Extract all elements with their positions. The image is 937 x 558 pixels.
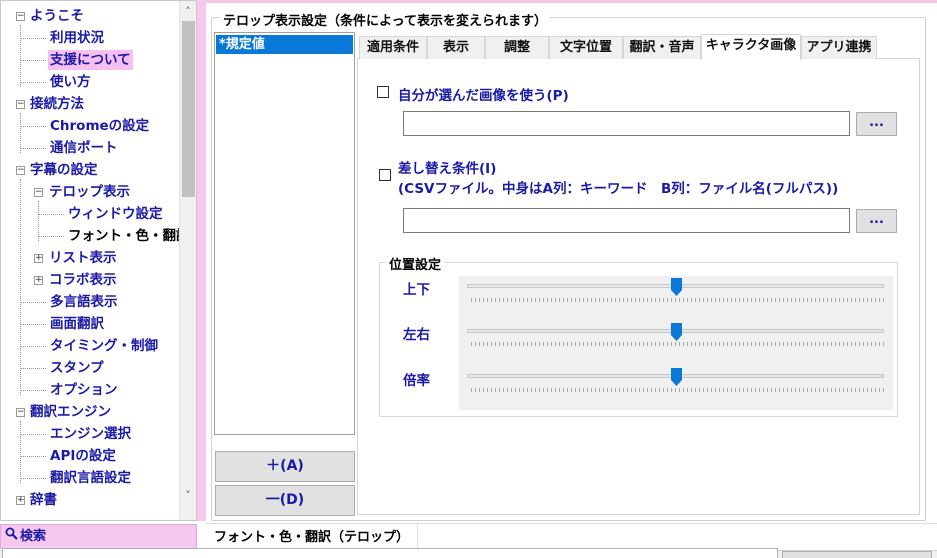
tab-display[interactable]: 表示 (427, 36, 485, 59)
tree-guide-line (20, 434, 46, 435)
tree-item-support[interactable]: 支援について (48, 50, 133, 70)
bottom-button[interactable] (782, 551, 932, 558)
scrollbar-thumb[interactable] (182, 21, 195, 197)
horizontal-slider-label: 左右 (403, 327, 430, 343)
tab-character-image[interactable]: キャラクタ画像 (701, 34, 801, 60)
tree-guide-line (20, 82, 46, 83)
tree-item-options[interactable]: オプション (48, 380, 120, 400)
tree-item-api-settings[interactable]: APIの設定 (48, 446, 118, 466)
tree-item-comm-port[interactable]: 通信ポート (48, 138, 120, 158)
tree-guide-line (20, 25, 21, 87)
use-own-image-checkbox[interactable] (377, 86, 389, 98)
tree-guide-line (20, 113, 21, 153)
vertical-slider-label: 上下 (403, 282, 430, 298)
scale-slider-thumb[interactable] (670, 368, 682, 386)
browse-csv-button[interactable]: ... (856, 209, 897, 233)
tree-item-multilingual[interactable]: 多言語表示 (48, 292, 120, 312)
image-path-field[interactable] (403, 111, 850, 136)
app-window: { "tree": { "items": [ {"label": "ようこそ"}… (0, 0, 937, 558)
tree-item-engine-select[interactable]: エンジン選択 (48, 424, 133, 444)
slider-ticks (471, 388, 884, 392)
tab-translation-voice[interactable]: 翻訳・音声 (623, 36, 701, 59)
tab-app-integration[interactable]: アプリ連携 (801, 36, 877, 59)
tree-guide-line (20, 148, 46, 149)
preset-list[interactable]: *規定値 (214, 32, 355, 435)
tree-item-list-display[interactable]: リスト表示 (47, 248, 119, 268)
replace-condition-checkbox[interactable] (379, 169, 391, 181)
collapse-icon[interactable]: − (16, 166, 25, 175)
add-preset-button[interactable]: ＋(A) (215, 451, 355, 482)
tree-scrollbar[interactable]: ˄ ˅ (179, 1, 196, 520)
tree-item-chrome-settings[interactable]: Chromeの設定 (48, 116, 151, 136)
tree-guide-line (20, 421, 21, 483)
slider-ticks (471, 342, 884, 346)
tree-item-connection[interactable]: 接続方法 (28, 94, 86, 114)
tab-text-position[interactable]: 文字位置 (549, 36, 623, 59)
tree-item-screen-translation[interactable]: 画面翻訳 (48, 314, 106, 334)
tree-item-translation-engine[interactable]: 翻訳エンジン (28, 402, 113, 422)
magnifier-icon (5, 525, 18, 548)
tree-item-telop-display[interactable]: テロップ表示 (47, 182, 132, 202)
expand-icon[interactable]: + (34, 254, 43, 263)
tree-item-welcome[interactable]: ようこそ (28, 6, 86, 26)
tree-item-window-settings[interactable]: ウィンドウ設定 (66, 204, 165, 224)
tree-item-how-to-use[interactable]: 使い方 (48, 72, 93, 92)
tab-apply-conditions[interactable]: 適用条件 (359, 36, 427, 59)
scroll-up-icon[interactable]: ˄ (180, 3, 196, 20)
tree-guide-line (20, 38, 46, 39)
tree-guide-line (20, 368, 46, 369)
tree-guide-line (38, 201, 39, 241)
tree-guide-line (20, 478, 46, 479)
tree-item-collab-display[interactable]: コラボ表示 (47, 270, 119, 290)
tree-guide-line (38, 214, 64, 215)
expand-icon[interactable]: + (34, 276, 43, 285)
tree-item-subtitle-settings[interactable]: 字幕の設定 (28, 160, 100, 180)
collapse-icon[interactable]: − (34, 188, 43, 197)
bottom-text-field[interactable] (2, 548, 778, 558)
use-own-image-label: 自分が選んだ画像を使う(P) (398, 88, 569, 104)
tree-guide-line (38, 236, 64, 237)
tree-guide-line (20, 324, 46, 325)
search-button[interactable]: 検索 (0, 524, 197, 549)
navigation-tree[interactable]: − − − − + + − + ようこそ 利用状況 支援について 使い方 接続方… (0, 0, 197, 521)
horizontal-slider-thumb[interactable] (670, 323, 682, 341)
tree-item-dictionary[interactable]: 辞書 (28, 490, 59, 510)
tree-guide-line (20, 302, 46, 303)
tree-item-font-color-translation[interactable]: フォント・色・翻訳 (66, 226, 192, 246)
tree-guide-line (20, 60, 46, 61)
bottom-strip (0, 548, 937, 558)
csv-path-field[interactable] (403, 208, 850, 233)
vertical-slider-thumb[interactable] (670, 278, 682, 296)
tree-guide-line (20, 346, 46, 347)
scale-slider-label: 倍率 (403, 373, 430, 389)
collapse-icon[interactable]: − (16, 408, 25, 417)
replace-condition-label: 差し替え条件(I) (398, 161, 497, 177)
search-label: 検索 (20, 529, 47, 544)
tab-adjust[interactable]: 調整 (485, 36, 549, 59)
collapse-icon[interactable]: − (16, 12, 25, 21)
tree-item-usage-status[interactable]: 利用状況 (48, 28, 106, 48)
panel-splitter[interactable] (197, 0, 206, 521)
remove-preset-button[interactable]: 一(D) (215, 485, 355, 516)
tree-item-timing-control[interactable]: タイミング・制御 (48, 336, 160, 356)
position-settings-title: 位置設定 (386, 254, 445, 273)
expand-icon[interactable]: + (16, 496, 25, 505)
slider-ticks (471, 298, 884, 302)
group-title: テロップ表示設定（条件によって表示を変えられます） (220, 10, 550, 29)
scroll-down-icon[interactable]: ˅ (180, 487, 196, 504)
list-item[interactable]: *規定値 (216, 35, 353, 54)
collapse-icon[interactable]: − (16, 100, 25, 109)
browse-image-button[interactable]: ... (856, 112, 897, 136)
tree-guide-line (20, 179, 21, 395)
tree-guide-line (20, 456, 46, 457)
tree-item-stamp[interactable]: スタンプ (48, 358, 106, 378)
replace-condition-description: (CSVファイル。中身はA列：キーワード B列：ファイル名(フルパス)) (398, 181, 839, 197)
tree-item-translation-language[interactable]: 翻訳言語設定 (48, 468, 133, 488)
tree-guide-line (20, 390, 46, 391)
tree-guide-line (20, 126, 46, 127)
status-bar: フォント・色・翻訳（テロップ） (206, 523, 937, 552)
